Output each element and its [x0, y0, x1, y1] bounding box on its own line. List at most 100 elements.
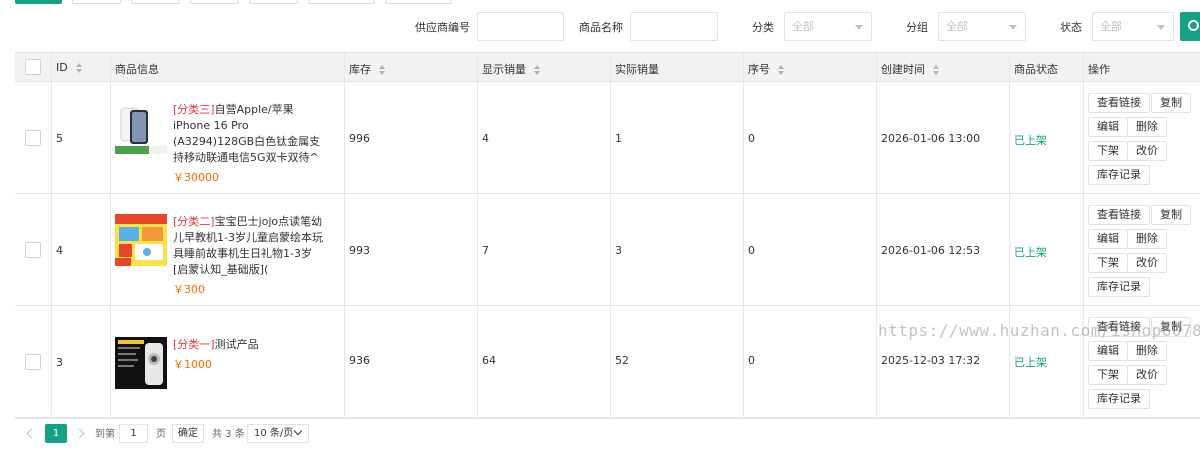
toolbar-button[interactable]: [249, 0, 298, 4]
current-page[interactable]: 1: [45, 424, 67, 443]
row-id: 4: [56, 244, 63, 257]
row-actual-sales-cell: 52: [611, 306, 744, 417]
search-button[interactable]: [1180, 12, 1200, 41]
row-stock: 996: [349, 132, 370, 145]
unlist-button[interactable]: 下架: [1088, 253, 1128, 273]
header-info: 商品信息: [111, 53, 345, 81]
table-row: 4 [分类二]宝宝巴士jojo点读笔幼儿早教机1-3岁儿童启蒙绘本玩具睡前故事机…: [15, 194, 1200, 306]
product-name-input[interactable]: [630, 12, 718, 41]
edit-button[interactable]: 编辑: [1088, 229, 1128, 249]
sort-icon[interactable]: [778, 65, 784, 75]
edit-button[interactable]: 编辑: [1088, 117, 1128, 137]
status-select[interactable]: 全部: [1092, 12, 1174, 41]
row-order: 0: [748, 244, 755, 257]
page-unit-label: 页: [156, 429, 166, 440]
product-image[interactable]: [115, 102, 167, 154]
row-checkbox[interactable]: [25, 242, 41, 258]
goto-page-input[interactable]: 1: [119, 424, 148, 443]
unlist-button[interactable]: 下架: [1088, 141, 1128, 161]
toolbar-button[interactable]: [385, 0, 452, 4]
row-checkbox[interactable]: [25, 354, 41, 370]
stock-log-button[interactable]: 库存记录: [1088, 165, 1150, 185]
product-price: ￥30000: [173, 171, 219, 184]
view-link-button[interactable]: 查看链接: [1088, 93, 1150, 113]
product-image[interactable]: [115, 214, 167, 266]
row-checkbox-cell: [15, 82, 52, 193]
row-display-sales: 7: [482, 244, 489, 257]
change-price-button[interactable]: 改价: [1127, 141, 1167, 161]
header-display-sales[interactable]: 显示销量: [478, 53, 611, 81]
category-select[interactable]: 全部: [784, 12, 872, 41]
row-actions-cell: 查看链接 复制 编辑 删除 下架 改价 库存记录: [1084, 194, 1200, 305]
select-all-checkbox[interactable]: [25, 59, 41, 75]
copy-button[interactable]: 复制: [1151, 205, 1191, 225]
change-price-button[interactable]: 改价: [1127, 253, 1167, 273]
toolbar-button[interactable]: [308, 0, 375, 4]
sort-icon[interactable]: [379, 65, 385, 75]
header-created-label: 创建时间: [881, 63, 925, 76]
row-order-cell: 0: [744, 82, 877, 193]
header-order[interactable]: 序号: [744, 53, 877, 81]
row-stock: 993: [349, 244, 370, 257]
row-display-sales-cell: 64: [478, 306, 611, 417]
toolbar-button[interactable]: [72, 0, 121, 4]
row-status-cell: 已上架: [1010, 194, 1084, 305]
header-id[interactable]: ID: [52, 53, 111, 81]
product-image[interactable]: [115, 337, 167, 389]
total-count: 共 3 条: [212, 429, 245, 440]
row-id-cell: 3: [52, 306, 111, 417]
supplier-code-input[interactable]: [477, 12, 564, 41]
page-size-select[interactable]: 10 条/页: [247, 424, 309, 443]
caret-down-icon: [855, 25, 863, 30]
group-select[interactable]: 全部: [938, 12, 1026, 41]
view-link-button[interactable]: 查看链接: [1088, 205, 1150, 225]
row-checkbox[interactable]: [25, 130, 41, 146]
header-checkbox-cell: [15, 53, 52, 81]
row-order: 0: [748, 354, 755, 367]
product-info: [分类三]自营Apple/苹果iPhone 16 Pro (A3294)128G…: [173, 102, 323, 186]
row-stock-cell: 996: [345, 82, 478, 193]
row-display-sales-cell: 7: [478, 194, 611, 305]
stock-log-button[interactable]: 库存记录: [1088, 389, 1150, 409]
product-price: ￥1000: [173, 358, 212, 371]
copy-button[interactable]: 复制: [1151, 93, 1191, 113]
header-info-label: 商品信息: [115, 63, 159, 76]
row-actual-sales: 52: [615, 354, 629, 367]
chevron-down-icon: [293, 426, 303, 436]
product-category: [分类三]: [173, 103, 215, 116]
header-status: 商品状态: [1010, 53, 1084, 81]
goto-confirm-button[interactable]: 确定: [172, 424, 204, 443]
caret-down-icon: [1009, 25, 1017, 30]
product-category: [分类二]: [173, 215, 215, 228]
unlist-button[interactable]: 下架: [1088, 365, 1128, 385]
header-created[interactable]: 创建时间: [877, 53, 1010, 81]
sort-icon[interactable]: [933, 65, 939, 75]
row-order-cell: 0: [744, 194, 877, 305]
category-select-value: 全部: [792, 20, 814, 33]
prev-page-icon[interactable]: [26, 428, 37, 439]
change-price-button[interactable]: 改价: [1127, 365, 1167, 385]
row-order-cell: 0: [744, 306, 877, 417]
delete-button[interactable]: 删除: [1127, 117, 1167, 137]
toolbar-primary-button[interactable]: [15, 0, 62, 4]
sort-icon[interactable]: [75, 63, 82, 73]
delete-button[interactable]: 删除: [1127, 229, 1167, 249]
goto-label: 到第: [95, 429, 115, 440]
row-info-cell: [分类二]宝宝巴士jojo点读笔幼儿早教机1-3岁儿童启蒙绘本玩具睡前故事机生日…: [111, 194, 345, 305]
header-actual-sales-label: 实际销量: [615, 63, 659, 76]
toolbar-button[interactable]: [190, 0, 239, 4]
toolbar-button[interactable]: [131, 0, 180, 4]
stock-log-button[interactable]: 库存记录: [1088, 277, 1150, 297]
sort-icon[interactable]: [534, 65, 540, 75]
header-stock[interactable]: 库存: [345, 53, 478, 81]
row-status: 已上架: [1014, 246, 1047, 259]
delete-button[interactable]: 删除: [1127, 341, 1167, 361]
table-header: ID 商品信息 库存 显示销量 实际销量 序号 创建时间 商品状态 操作: [15, 53, 1200, 82]
search-icon: [1188, 20, 1199, 31]
next-page-icon[interactable]: [74, 428, 85, 439]
edit-button[interactable]: 编辑: [1088, 341, 1128, 361]
product-name[interactable]: 测试产品: [215, 338, 259, 351]
watermark: https://www.huzhan.com/ishop60782: [878, 321, 1200, 340]
caret-down-icon: [1157, 25, 1165, 30]
row-display-sales-cell: 4: [478, 82, 611, 193]
